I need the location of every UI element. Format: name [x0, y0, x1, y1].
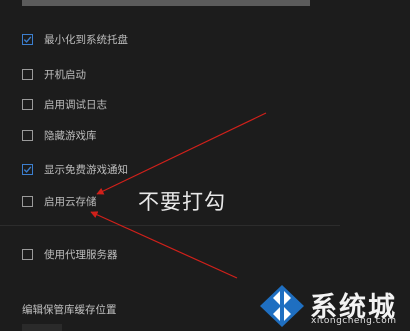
- annotation-arrows: [90, 112, 267, 279]
- arrow-upper: [96, 112, 267, 195]
- windows-diamond-icon: [260, 285, 304, 327]
- watermark-domain: xitongcheng.com: [311, 316, 397, 326]
- annotation-do-not-check: 不要打勾: [138, 190, 226, 214]
- watermark-logo: 系统城 xitongcheng.com: [258, 283, 408, 331]
- arrow-lower: [90, 211, 238, 279]
